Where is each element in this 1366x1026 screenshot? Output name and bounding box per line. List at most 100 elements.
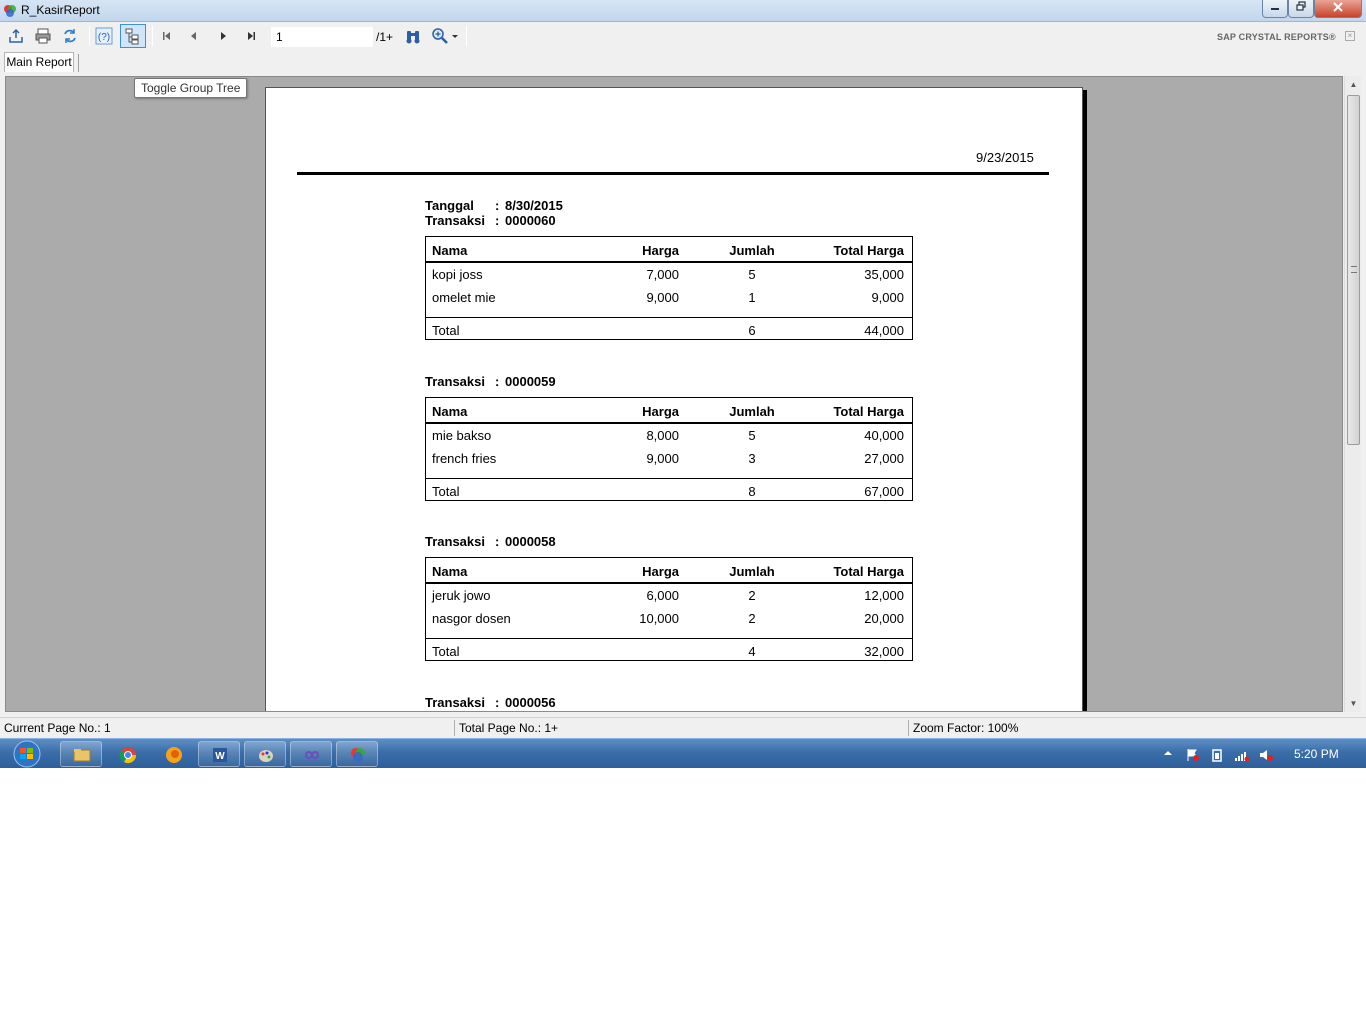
show-hidden-icons-icon[interactable] (1163, 748, 1173, 758)
tanggal-value: 8/30/2015 (505, 198, 563, 213)
table-total-row: Total 6 44,000 (426, 317, 912, 339)
cell-harga: 6,000 (646, 588, 679, 603)
report-viewer-window: R_KasirReport (?) 1 /1+ SAP CRYSTAL REPO… (0, 0, 1366, 738)
cell-harga: 8,000 (646, 428, 679, 443)
toggle-group-tree-tooltip: Toggle Group Tree (134, 78, 248, 98)
cell-jumlah: 3 (748, 451, 756, 466)
table-header: Nama Harga Jumlah Total Harga (426, 398, 912, 424)
volume-muted-icon[interactable] (1258, 748, 1274, 762)
header-nama: Nama (432, 243, 468, 258)
status-total-page: Total Page No.: 1+ (459, 721, 559, 735)
scrollbar-thumb[interactable] (1347, 95, 1360, 445)
tanggal-label: Tanggal (425, 198, 474, 213)
refresh-icon[interactable] (61, 27, 79, 45)
toolbar: (?) /1+ (0, 22, 1366, 50)
taskbar-word[interactable]: W (198, 741, 240, 767)
paint-icon (259, 750, 273, 762)
transaksi-id: 0000060 (505, 213, 556, 228)
cell-total: 40,000 (864, 428, 904, 443)
colon: : (495, 695, 500, 710)
transaction-table: Nama Harga Jumlah Total Harga jeruk jowo… (425, 557, 913, 661)
last-page-icon[interactable] (242, 27, 260, 45)
header-nama: Nama (432, 564, 468, 579)
toolbar-separator (89, 26, 90, 46)
action-center-flag-icon[interactable] (1186, 748, 1200, 762)
first-page-icon[interactable] (158, 27, 176, 45)
taskbar-chrome[interactable] (106, 741, 148, 767)
minimize-button[interactable] (1262, 0, 1288, 18)
find-binoculars-icon[interactable] (404, 27, 422, 45)
cell-jumlah: 1 (748, 290, 756, 305)
taskbar-explorer[interactable] (60, 741, 102, 767)
cell-harga: 10,000 (639, 611, 679, 626)
transaksi-label: Transaksi (425, 374, 485, 389)
scroll-up-arrow-icon[interactable]: ▲ (1345, 76, 1362, 93)
table-row: kopi joss 7,000 5 35,000 (426, 263, 912, 286)
transaksi-id: 0000059 (505, 374, 556, 389)
total-jumlah: 4 (748, 644, 756, 659)
total-harga: 32,000 (864, 644, 904, 659)
minimize-icon (1271, 8, 1279, 10)
table-row: nasgor dosen 10,000 2 20,000 (426, 607, 912, 630)
zoom-dropdown-chevron-icon[interactable] (451, 27, 459, 45)
title-bar[interactable]: R_KasirReport (0, 0, 1366, 22)
panel-close-icon[interactable]: × (1345, 31, 1355, 41)
cell-jumlah: 5 (748, 267, 756, 282)
taskbar-crystal-reports[interactable] (336, 741, 378, 767)
status-current-page: Current Page No.: 1 (4, 721, 111, 735)
total-label: Total (432, 323, 460, 338)
total-harga: 44,000 (864, 323, 904, 338)
transaksi-label: Transaksi (425, 695, 485, 710)
word-icon: W (213, 748, 227, 762)
report-viewer-pane[interactable]: 9/23/2015 Tanggal:8/30/2015 Transaksi:00… (5, 76, 1343, 712)
cell-nama: nasgor dosen (432, 611, 511, 626)
next-page-icon[interactable] (214, 27, 232, 45)
table-header: Nama Harga Jumlah Total Harga (426, 558, 912, 584)
toolbar-separator (152, 26, 153, 46)
close-button[interactable] (1314, 0, 1362, 18)
transaksi-id: 0000058 (505, 534, 556, 549)
header-harga: Harga (642, 404, 679, 419)
page-number-input[interactable] (271, 27, 373, 47)
cell-nama: omelet mie (432, 290, 496, 305)
status-zoom-factor: Zoom Factor: 100% (913, 721, 1019, 735)
crystal-reports-icon (351, 748, 365, 762)
row-gap (426, 309, 912, 317)
tab-main-report[interactable]: Main Report (4, 52, 74, 72)
row-gap (426, 630, 912, 638)
total-label: Total (432, 644, 460, 659)
previous-page-icon[interactable] (185, 27, 203, 45)
status-divider (908, 720, 909, 736)
total-label: Total (432, 484, 460, 499)
report-page: 9/23/2015 Tanggal:8/30/2015 Transaksi:00… (265, 87, 1083, 711)
cell-total: 9,000 (871, 290, 904, 305)
scroll-down-arrow-icon[interactable]: ▼ (1345, 695, 1362, 712)
toggle-group-tree-button[interactable] (120, 24, 146, 48)
chrome-icon (119, 747, 137, 764)
zoom-icon[interactable] (431, 27, 449, 45)
power-icon[interactable] (1210, 748, 1224, 762)
taskbar-visual-studio[interactable] (290, 741, 332, 767)
help-icon[interactable]: (?) (95, 27, 113, 45)
table-row: omelet mie 9,000 1 9,000 (426, 286, 912, 309)
transaction-table: Nama Harga Jumlah Total Harga kopi joss … (425, 236, 913, 340)
export-icon[interactable] (7, 27, 25, 45)
print-icon[interactable] (34, 27, 52, 45)
restore-button[interactable] (1288, 0, 1314, 18)
colon: : (495, 198, 500, 213)
cell-total: 20,000 (864, 611, 904, 626)
taskbar-firefox[interactable] (152, 741, 194, 767)
header-total-harga: Total Harga (833, 404, 904, 419)
status-divider (454, 720, 455, 736)
transaksi-label: Transaksi (425, 534, 485, 549)
taskbar-clock[interactable]: 5:20 PM (1294, 747, 1339, 761)
start-button-icon[interactable] (8, 739, 46, 769)
network-signal-icon[interactable] (1234, 748, 1250, 762)
folder-icon (73, 749, 91, 762)
page-total-label: /1+ (376, 30, 394, 44)
taskbar-paint[interactable] (244, 741, 286, 767)
crystal-reports-app-icon (4, 5, 16, 17)
vertical-scrollbar[interactable]: ▲ ▼ (1344, 76, 1361, 712)
transaksi-id: 0000056 (505, 695, 556, 710)
header-nama: Nama (432, 404, 468, 419)
